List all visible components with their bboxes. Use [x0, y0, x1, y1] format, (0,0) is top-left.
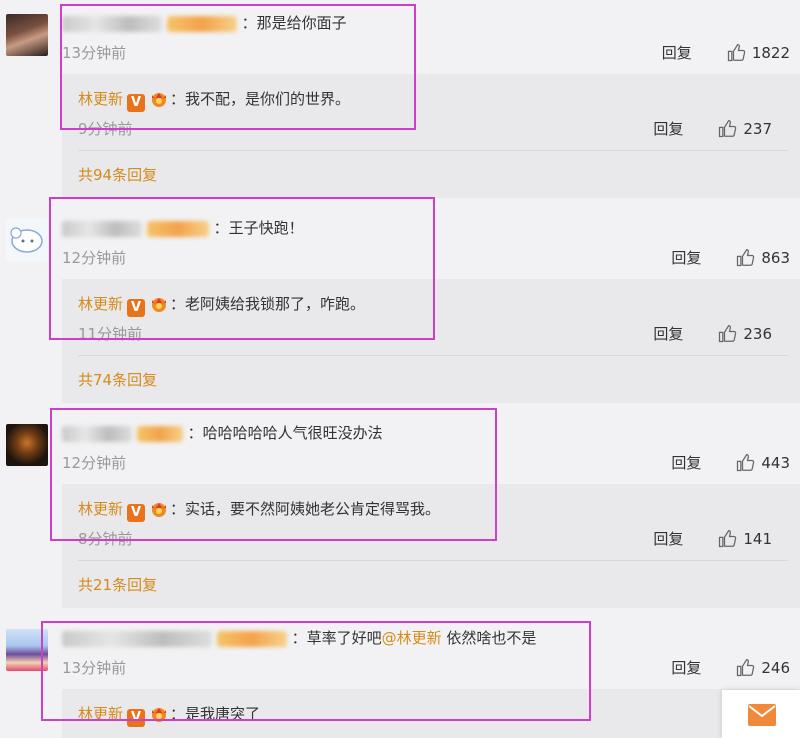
reply-actions: 回复 141 — [653, 528, 772, 549]
comment-item: ：王子快跑！ 12分钟前 回复 863 林更新 V ：老阿姨给我锁那了，咋跑。 11… — [0, 197, 800, 405]
like-count: 246 — [761, 658, 790, 677]
reply-actions: 回复 237 — [653, 118, 772, 139]
mail-button[interactable] — [722, 690, 800, 738]
divider — [78, 560, 788, 561]
like-count: 236 — [743, 324, 772, 343]
thumbs-up-icon[interactable] — [717, 119, 737, 139]
divider — [78, 355, 788, 356]
highlight-box — [41, 621, 591, 721]
like-count: 863 — [761, 248, 790, 267]
comment-item: ：草率了好吧@林更新 依然啥也不是 13分钟前 回复 246 林更新 V ：是我唐突… — [0, 615, 800, 738]
reply-button[interactable]: 回复 — [671, 247, 701, 268]
like-count: 1822 — [751, 43, 790, 62]
avatar[interactable] — [6, 424, 48, 466]
comment-item: ：那是给你面子 13分钟前 回复 1822 林更新 V ：我不配，是你们的世界。 9… — [0, 0, 800, 200]
reply-button[interactable]: 回复 — [653, 118, 683, 139]
thumbs-up-icon[interactable] — [735, 453, 755, 473]
highlight-box — [60, 4, 416, 130]
comment-actions: 回复 443 — [671, 452, 790, 473]
comment-actions: 回复 246 — [671, 657, 790, 678]
more-replies-link[interactable]: 共74条回复 — [78, 369, 157, 390]
thumbs-up-icon[interactable] — [717, 324, 737, 344]
like-count: 141 — [743, 529, 772, 548]
reply-actions: 回复 236 — [653, 323, 772, 344]
thumbs-up-icon[interactable] — [726, 43, 746, 63]
comment-actions: 回复 863 — [671, 247, 790, 268]
like-count: 443 — [761, 453, 790, 472]
reply-button[interactable]: 回复 — [671, 452, 701, 473]
thumbs-up-icon[interactable] — [735, 658, 755, 678]
comment-actions: 回复 1822 — [662, 42, 790, 63]
reply-button[interactable]: 回复 — [662, 42, 692, 63]
avatar[interactable] — [6, 14, 48, 56]
reply-button[interactable]: 回复 — [653, 528, 683, 549]
avatar[interactable] — [6, 219, 48, 261]
thumbs-up-icon[interactable] — [735, 248, 755, 268]
mail-icon — [748, 704, 776, 726]
comment-item: ：哈哈哈哈哈人气很旺没办法 12分钟前 回复 443 林更新 V ：实话，要不然阿姨… — [0, 408, 800, 610]
highlight-box — [49, 197, 435, 340]
thumbs-up-icon[interactable] — [717, 529, 737, 549]
divider — [78, 150, 788, 151]
more-replies-link[interactable]: 共21条回复 — [78, 574, 157, 595]
reply-button[interactable]: 回复 — [653, 323, 683, 344]
highlight-box — [50, 408, 497, 541]
more-replies-link[interactable]: 共94条回复 — [78, 164, 157, 185]
reply-button[interactable]: 回复 — [671, 657, 701, 678]
like-count: 237 — [743, 119, 772, 138]
